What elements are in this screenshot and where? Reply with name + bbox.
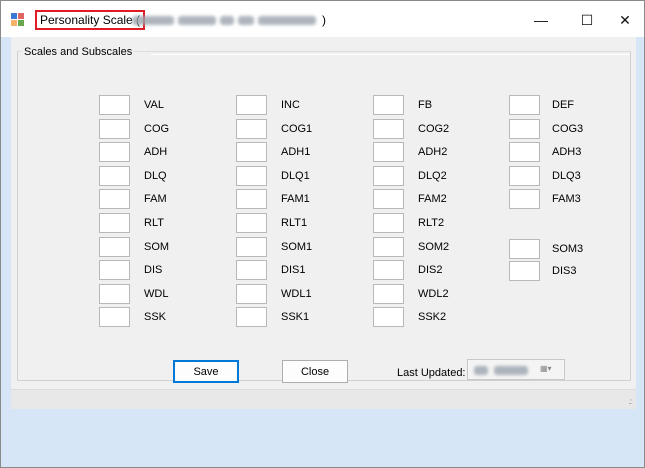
scale-checkbox[interactable] bbox=[99, 283, 130, 304]
scale-label: DLQ1 bbox=[281, 169, 310, 182]
scale-checkbox[interactable] bbox=[236, 118, 267, 139]
scale-label: FAM bbox=[144, 193, 167, 206]
title-bar[interactable]: Personality Scale ( ) — ☐ ✕ bbox=[1, 1, 644, 37]
scale-checkbox[interactable] bbox=[373, 189, 404, 210]
scale-checkbox[interactable] bbox=[373, 118, 404, 139]
windows-form-icon bbox=[11, 13, 25, 27]
scale-label: WDL2 bbox=[418, 287, 449, 300]
scale-checkbox[interactable] bbox=[509, 142, 540, 163]
scale-checkbox[interactable] bbox=[99, 142, 130, 163]
scale-checkbox[interactable] bbox=[99, 307, 130, 328]
scale-label: ADH2 bbox=[418, 146, 448, 159]
scale-checkbox[interactable] bbox=[509, 239, 540, 259]
scale-label: COG3 bbox=[552, 122, 584, 135]
window-title: Personality Scale ( bbox=[35, 10, 146, 30]
scale-checkbox[interactable] bbox=[509, 118, 540, 139]
window-title-redacted: ) bbox=[132, 13, 326, 27]
scale-label: RLT bbox=[144, 217, 164, 229]
scale-label: DIS1 bbox=[281, 264, 306, 277]
scale-checkbox[interactable] bbox=[236, 189, 267, 210]
scale-checkbox[interactable] bbox=[373, 213, 404, 233]
main-window: Personality Scale ( ) — ☐ ✕ Scales and S… bbox=[0, 0, 645, 468]
scale-label: SOM1 bbox=[281, 240, 313, 253]
scale-checkbox[interactable] bbox=[373, 283, 404, 304]
scale-label: COG bbox=[144, 122, 170, 135]
scale-checkbox[interactable] bbox=[99, 118, 130, 139]
scale-checkbox[interactable] bbox=[99, 213, 130, 233]
scale-checkbox[interactable] bbox=[509, 189, 540, 210]
scale-label: SSK2 bbox=[418, 311, 447, 324]
scale-checkbox[interactable] bbox=[99, 260, 130, 281]
scale-checkbox[interactable] bbox=[99, 165, 130, 186]
scale-label: DLQ2 bbox=[418, 169, 447, 182]
minimize-button[interactable]: — bbox=[521, 7, 561, 33]
scale-checkbox[interactable] bbox=[509, 95, 540, 115]
scale-label: FAM1 bbox=[281, 193, 310, 206]
scale-label: DIS2 bbox=[418, 264, 443, 277]
close-button[interactable]: Close bbox=[282, 360, 348, 383]
scale-checkbox[interactable] bbox=[236, 283, 267, 304]
scale-checkbox[interactable] bbox=[236, 142, 267, 163]
scale-label: RLT2 bbox=[418, 217, 445, 229]
scale-label: ADH3 bbox=[552, 146, 582, 159]
scale-label: WDL bbox=[144, 287, 169, 300]
scale-checkbox[interactable] bbox=[99, 189, 130, 210]
scale-checkbox[interactable] bbox=[373, 165, 404, 186]
scale-label: SSK1 bbox=[281, 311, 310, 324]
resize-grip-icon[interactable]: .:: bbox=[628, 397, 633, 406]
group-title: Scales and Subscales bbox=[22, 46, 135, 58]
scale-label: COG2 bbox=[418, 122, 450, 135]
scale-checkbox[interactable] bbox=[236, 236, 267, 257]
scale-checkbox[interactable] bbox=[236, 95, 267, 115]
scale-checkbox[interactable] bbox=[509, 261, 540, 281]
maximize-button[interactable]: ☐ bbox=[567, 7, 607, 33]
scale-label: VAL bbox=[144, 99, 164, 111]
scale-label: ADH1 bbox=[281, 146, 311, 159]
scale-label: DIS3 bbox=[552, 265, 577, 277]
scale-checkbox[interactable] bbox=[236, 307, 267, 328]
scale-checkbox[interactable] bbox=[373, 236, 404, 257]
calendar-dropdown-icon[interactable]: ▦▾ bbox=[540, 364, 560, 376]
scale-checkbox[interactable] bbox=[99, 95, 130, 115]
scale-label: WDL1 bbox=[281, 287, 312, 300]
scale-checkbox[interactable] bbox=[236, 260, 267, 281]
last-updated-label: Last Updated: bbox=[397, 367, 466, 379]
last-updated-date-picker[interactable]: ▦▾ bbox=[467, 359, 565, 380]
maximize-icon: ☐ bbox=[580, 11, 594, 28]
scale-label: FAM2 bbox=[418, 193, 447, 206]
scale-checkbox[interactable] bbox=[509, 165, 540, 186]
minimize-icon: — bbox=[534, 12, 548, 28]
scale-checkbox[interactable] bbox=[236, 213, 267, 233]
scale-label: SOM3 bbox=[552, 243, 584, 255]
scale-label: DLQ3 bbox=[552, 169, 581, 182]
scale-checkbox[interactable] bbox=[373, 142, 404, 163]
scale-label: INC bbox=[281, 99, 300, 111]
close-window-button[interactable]: ✕ bbox=[605, 7, 645, 33]
scale-label: COG1 bbox=[281, 122, 313, 135]
close-icon: ✕ bbox=[619, 11, 631, 28]
scale-label: SOM2 bbox=[418, 240, 450, 253]
scale-label: SSK bbox=[144, 311, 167, 324]
scale-checkbox[interactable] bbox=[373, 260, 404, 281]
scale-label: DIS bbox=[144, 264, 163, 277]
scale-label: DEF bbox=[552, 99, 574, 111]
save-button[interactable]: Save bbox=[173, 360, 239, 383]
scale-label: FB bbox=[418, 99, 433, 111]
scale-label: RLT1 bbox=[281, 217, 308, 229]
scale-label: DLQ bbox=[144, 169, 167, 182]
scale-checkbox[interactable] bbox=[236, 165, 267, 186]
status-bar: .:: bbox=[11, 389, 636, 409]
form-client-area: Scales and Subscales VAL COG ADH DLQ FAM RLT S… bbox=[11, 37, 636, 409]
scale-label: FAM3 bbox=[552, 193, 581, 206]
scale-checkbox[interactable] bbox=[373, 95, 404, 115]
scale-label: ADH bbox=[144, 146, 168, 159]
scale-checkbox[interactable] bbox=[99, 236, 130, 257]
scale-checkbox[interactable] bbox=[373, 307, 404, 328]
scale-label: SOM bbox=[144, 240, 170, 253]
